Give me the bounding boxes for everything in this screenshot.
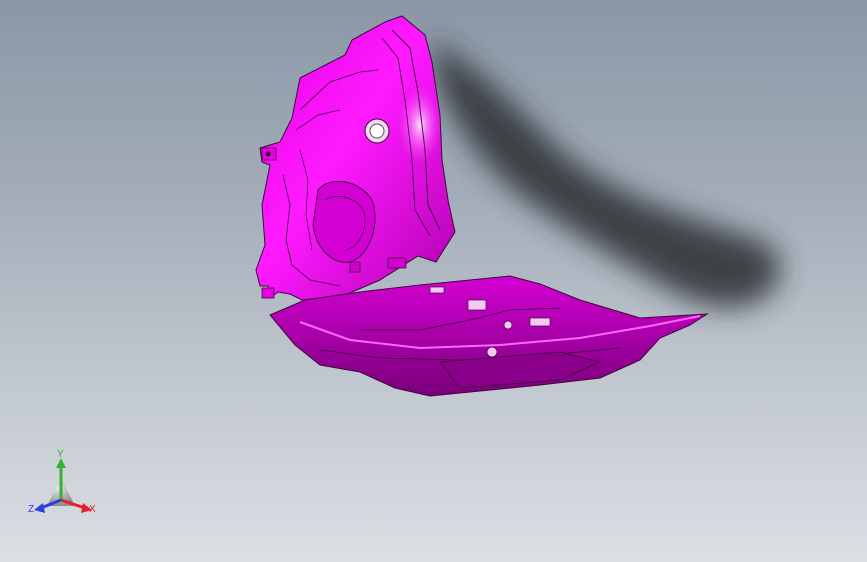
triad-y-label: Y [57,449,64,460]
3d-viewport[interactable]: Y X Z [0,0,867,562]
triad-z-label: Z [28,504,35,515]
z-axis-arrow-icon [34,503,45,513]
model-shadow [430,40,781,308]
fender-liner-part [255,15,456,301]
triad-graphic [34,458,92,513]
orientation-triad[interactable]: Y X Z [25,448,105,528]
model-scene[interactable] [0,0,867,562]
triad-x-label: X [89,504,96,515]
